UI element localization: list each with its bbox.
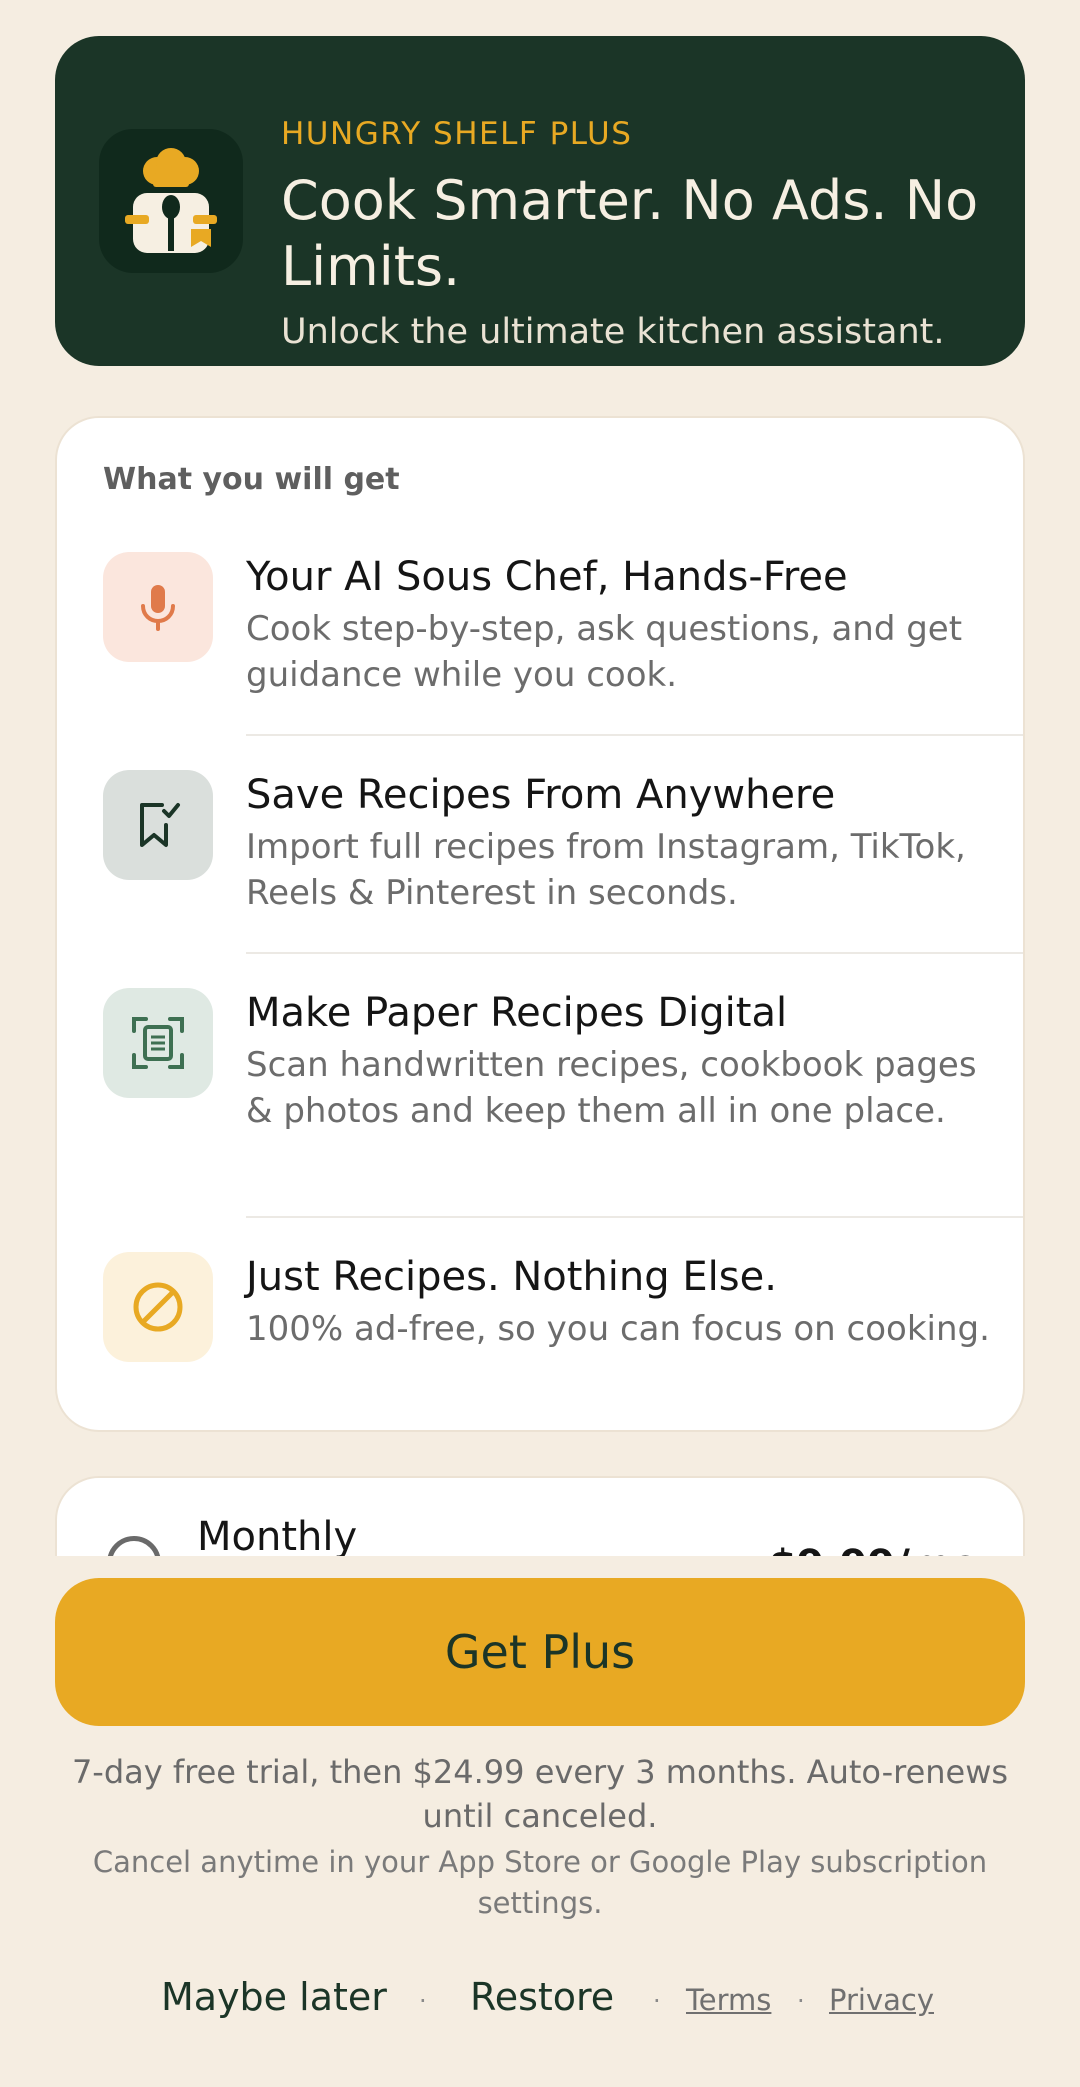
plan-price: $9.99/mo [769,1542,979,1556]
microphone-icon [141,585,175,631]
hero-eyebrow: HUNGRY SHELF PLUS [281,116,633,152]
page-title: Cook Smarter. No Ads. No Limits. [281,169,979,298]
hero-subtitle: Unlock the ultimate kitchen assistant. [281,312,945,352]
feature-title: Make Paper Recipes Digital [246,990,788,1036]
feature-title: Save Recipes From Anywhere [246,772,836,818]
features-label: What you will get [103,462,400,497]
separator: · [653,1987,661,2015]
bookmark-check-icon [140,803,180,847]
divider [246,734,1023,736]
feature-icon-tile [103,770,213,880]
app-logo [99,129,243,273]
plan-radio[interactable] [107,1536,161,1556]
cancel-info-text: Cancel anytime in your App Store or Goog… [92,1845,988,1920]
no-ads-icon [133,1282,183,1332]
separator: · [419,1987,427,2015]
feature-title: Just Recipes. Nothing Else. [246,1254,777,1300]
maybe-later-button[interactable]: Maybe later [161,1975,387,2019]
divider [246,1216,1023,1218]
feature-icon-tile [103,988,213,1098]
hero-banner: HUNGRY SHELF PLUS Cook Smarter. No Ads. … [55,36,1025,366]
feature-title: Your AI Sous Chef, Hands-Free [246,554,848,600]
restore-button[interactable]: Restore [470,1975,614,2019]
feature-description: 100% ad-free, so you can focus on cookin… [246,1309,990,1349]
features-card: What you will get Your AI Sous Chef, Han… [55,416,1025,1432]
plan-option-monthly[interactable]: Monthly $9.99/mo [55,1476,1025,1556]
document-scan-icon [132,1017,184,1069]
feature-description: Cook step-by-step, ask questions, and ge… [246,609,963,695]
privacy-link[interactable]: Privacy [829,1983,934,2017]
chef-spoon-fork-icon [125,148,217,253]
feature-icon-tile [103,1252,213,1362]
divider [246,952,1023,954]
terms-link[interactable]: Terms [686,1983,771,2017]
plan-name: Monthly [197,1514,358,1556]
plan-list-viewport: Monthly $9.99/mo [0,1476,1080,1556]
separator: · [797,1987,805,2015]
trial-terms-text: 7-day free trial, then $24.99 every 3 mo… [71,1753,1009,1835]
feature-description: Scan handwritten recipes, cookbook pages… [246,1045,977,1131]
feature-icon-tile [103,552,213,662]
feature-description: Import full recipes from Instagram, TikT… [246,827,966,913]
get-plus-button[interactable]: Get Plus [55,1578,1025,1726]
